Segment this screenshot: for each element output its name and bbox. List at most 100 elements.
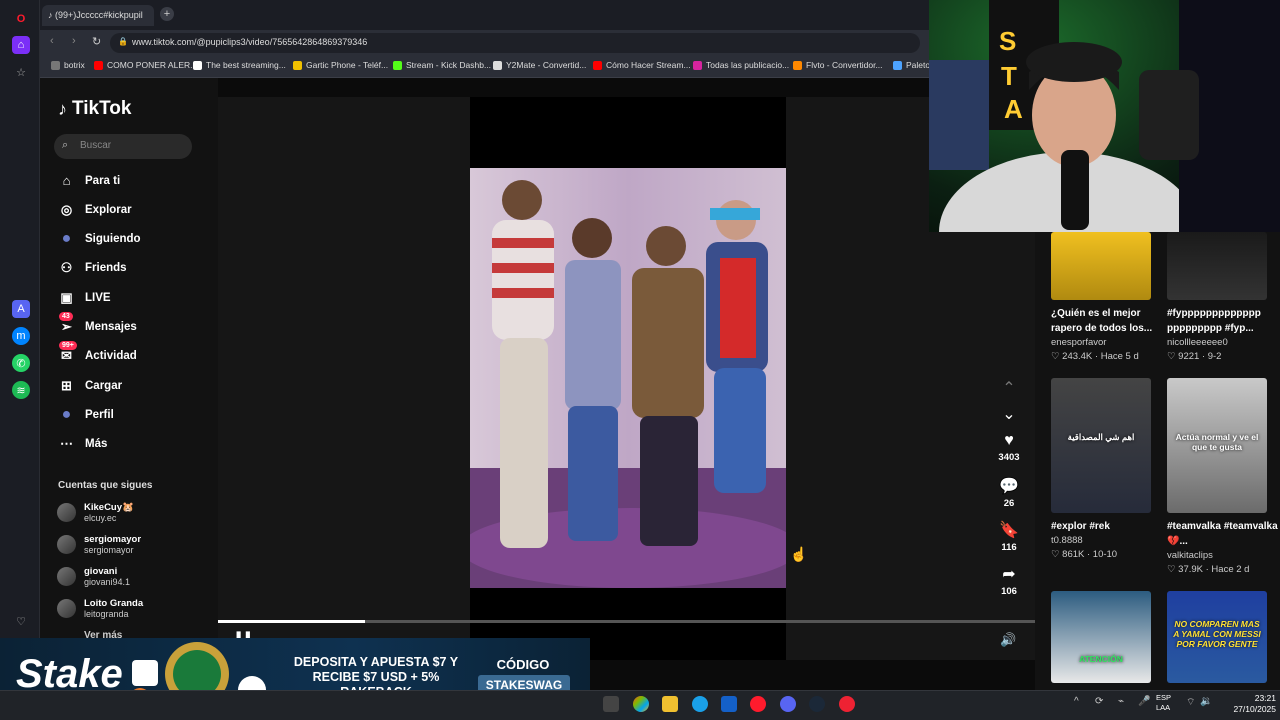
tab-active[interactable]: ♪ (99+)Jccccc#kickpupil [42, 5, 154, 26]
related-video-stats: ♡ 37.9K · Hace 2 d [1167, 564, 1250, 575]
nav-item-cargar[interactable]: ⊞ Cargar [58, 377, 122, 394]
url-text: www.tiktok.com/@pupiclips3/video/7565642… [132, 37, 368, 47]
tiktok-logo[interactable]: ♪ TikTok [58, 98, 131, 120]
bookmark-item[interactable]: COMO PONER ALER... [94, 60, 197, 70]
related-video-thumbnail[interactable]: اهم شي المصداقية [1051, 378, 1151, 513]
bookmark-favicon-icon [193, 60, 202, 70]
hand-cursor-icon: ☝ [790, 546, 808, 562]
bookmark-item[interactable]: Cómo Hacer Stream... [593, 60, 691, 70]
copilot-icon[interactable] [633, 696, 649, 712]
url-field[interactable]: 🔒 www.tiktok.com/@pupiclips3/video/75656… [110, 33, 920, 53]
related-video-author[interactable]: enesporfavor [1051, 337, 1106, 348]
speaker-icon[interactable]: 🔉 [1200, 696, 1212, 707]
language-indicator[interactable]: ESP LAA [1156, 693, 1171, 713]
new-tab-button[interactable]: + [160, 7, 174, 21]
wifi-icon[interactable]: ⌔ [1186, 696, 1195, 709]
home-icon[interactable]: ⌂ [12, 36, 30, 54]
save-count: 116 [1001, 542, 1017, 553]
bookmark-item[interactable]: Gartic Phone - Teléf... [293, 60, 388, 70]
forward-icon[interactable]: › [72, 35, 76, 47]
bookmark-item[interactable]: The best streaming... [193, 60, 286, 70]
related-video-thumbnail[interactable] [1051, 232, 1151, 300]
related-video-thumbnail[interactable]: Actúa normal y ve el que te gusta [1167, 378, 1267, 513]
clock[interactable]: 23:21 27/10/2025 [1218, 693, 1276, 715]
nav-item-mensajes[interactable]: ➢ Mensajes 43 [58, 311, 137, 336]
related-video-title[interactable]: #explor #rek [1051, 519, 1163, 534]
nav-item-más[interactable]: ⋯ Más [58, 436, 107, 453]
related-video-title[interactable]: ¿Quién es el mejor rapero de todos los..… [1051, 306, 1163, 336]
bookmark-label: The best streaming... [206, 60, 286, 70]
like-button[interactable]: ♥ 3403 [997, 432, 1021, 463]
video-player[interactable] [470, 168, 786, 588]
related-video-title[interactable]: #fyppppppppppppp ppppppppp #fyp... [1167, 306, 1279, 336]
followed-account[interactable]: sergiomayor sergiomayor [57, 534, 141, 555]
store-icon[interactable] [721, 696, 737, 712]
followed-account[interactable]: giovani giovani94.1 [57, 566, 130, 587]
share-button[interactable]: ➦ 106 [997, 564, 1021, 597]
lang-bottom: LAA [1156, 703, 1171, 712]
whatsapp-icon[interactable]: ✆ [12, 354, 30, 372]
reload-icon[interactable]: ↻ [92, 35, 101, 48]
followed-account[interactable]: KikeCuy🐹 elcuy.ec [57, 502, 134, 523]
nav-item-perfil[interactable]: ● Perfil [58, 406, 114, 423]
related-video-thumbnail[interactable]: ATENCIÓN [1051, 591, 1151, 683]
file-explorer-icon[interactable] [662, 696, 678, 712]
related-video-title[interactable]: #teamvalka #teamvalka💔... [1167, 519, 1279, 549]
nav-item-friends[interactable]: ⚇ Friends [58, 260, 127, 277]
nav-item-explorar[interactable]: ◎ Explorar [58, 201, 132, 218]
bookmark-label: Y2Mate - Convertid... [506, 60, 587, 70]
time: 23:21 [1254, 693, 1276, 703]
star-icon[interactable]: ☆ [12, 63, 30, 81]
tray-sync-icon[interactable]: ⟳ [1095, 696, 1103, 707]
heart-icon[interactable]: ♡ [12, 612, 30, 630]
task-view-icon[interactable] [603, 696, 619, 712]
lang-top: ESP [1156, 693, 1172, 702]
spotify-icon[interactable]: ≋ [12, 381, 30, 399]
followed-account[interactable]: Loito Granda leitogranda [57, 598, 143, 619]
volume-icon[interactable]: 🔊 [1000, 632, 1016, 648]
related-video-thumbnail[interactable] [1167, 232, 1267, 300]
related-video-author[interactable]: valkitaclips [1167, 550, 1213, 561]
bookmark-item[interactable]: Stream - Kick Dashb... [393, 60, 491, 70]
nav-item-live[interactable]: ▣ LIVE [58, 289, 111, 306]
nav-item-para-ti[interactable]: ⌂ Para ti [58, 172, 121, 189]
comment-button[interactable]: 💬 26 [997, 476, 1021, 509]
chevron-down-icon: ⌄ [1002, 406, 1016, 423]
bookmark-item[interactable]: Todas las publicacio... [693, 60, 789, 70]
prev-video-button[interactable]: ⌃ [997, 378, 1021, 398]
related-video-author[interactable]: t0.8888 [1051, 535, 1083, 546]
bookmark-item[interactable]: Flvto - Convertidor... [793, 60, 883, 70]
messenger-icon[interactable]: m [12, 327, 30, 345]
messages-icon: ➢ [61, 319, 72, 334]
related-video-author[interactable]: nicollleeeeee0 [1167, 337, 1228, 348]
next-video-button[interactable]: ⌄ [997, 404, 1021, 424]
bookmark-item[interactable]: Y2Mate - Convertid... [493, 60, 586, 70]
tray-network-icon[interactable]: ⌁ [1118, 696, 1124, 707]
aria-icon[interactable]: A [12, 300, 30, 318]
nav-label: Actividad [85, 350, 137, 363]
nav-label: LIVE [85, 291, 111, 304]
opera-taskbar-icon[interactable] [750, 696, 766, 712]
back-icon[interactable]: ‹ [50, 35, 54, 47]
nav-item-actividad[interactable]: ✉ Actividad 99+ [58, 340, 137, 365]
bookmark-item[interactable]: Paleto [893, 60, 930, 70]
search-input[interactable]: ⌕ Buscar [54, 134, 192, 159]
opera-logo-icon[interactable]: O [12, 10, 30, 28]
related-video-thumbnail[interactable]: NO COMPAREN MAS A YAMAL CON MESSI POR FA… [1167, 591, 1267, 683]
steam-icon[interactable] [809, 696, 825, 712]
tray-chevron-icon[interactable]: ^ [1074, 696, 1079, 707]
nav-label: Cargar [85, 379, 123, 392]
bookmark-item[interactable]: botrix [51, 60, 85, 70]
upload-icon: ⊞ [61, 377, 72, 393]
edge-icon[interactable] [692, 696, 708, 712]
account-text: sergiomayor sergiomayor [84, 534, 141, 555]
following-avatar-icon: ● [61, 230, 72, 248]
save-button[interactable]: 🔖 116 [997, 520, 1021, 553]
obs-icon[interactable] [839, 696, 855, 712]
more-icon: ⋯ [60, 436, 73, 452]
tray-mic-icon[interactable]: 🎤 [1138, 696, 1150, 707]
discord-icon[interactable] [780, 696, 796, 712]
nav-label: Para ti [85, 174, 121, 187]
nav-item-siguiendo[interactable]: ● Siguiendo [58, 230, 141, 248]
related-video-stats: ♡ 243.4K · Hace 5 d [1051, 351, 1139, 362]
